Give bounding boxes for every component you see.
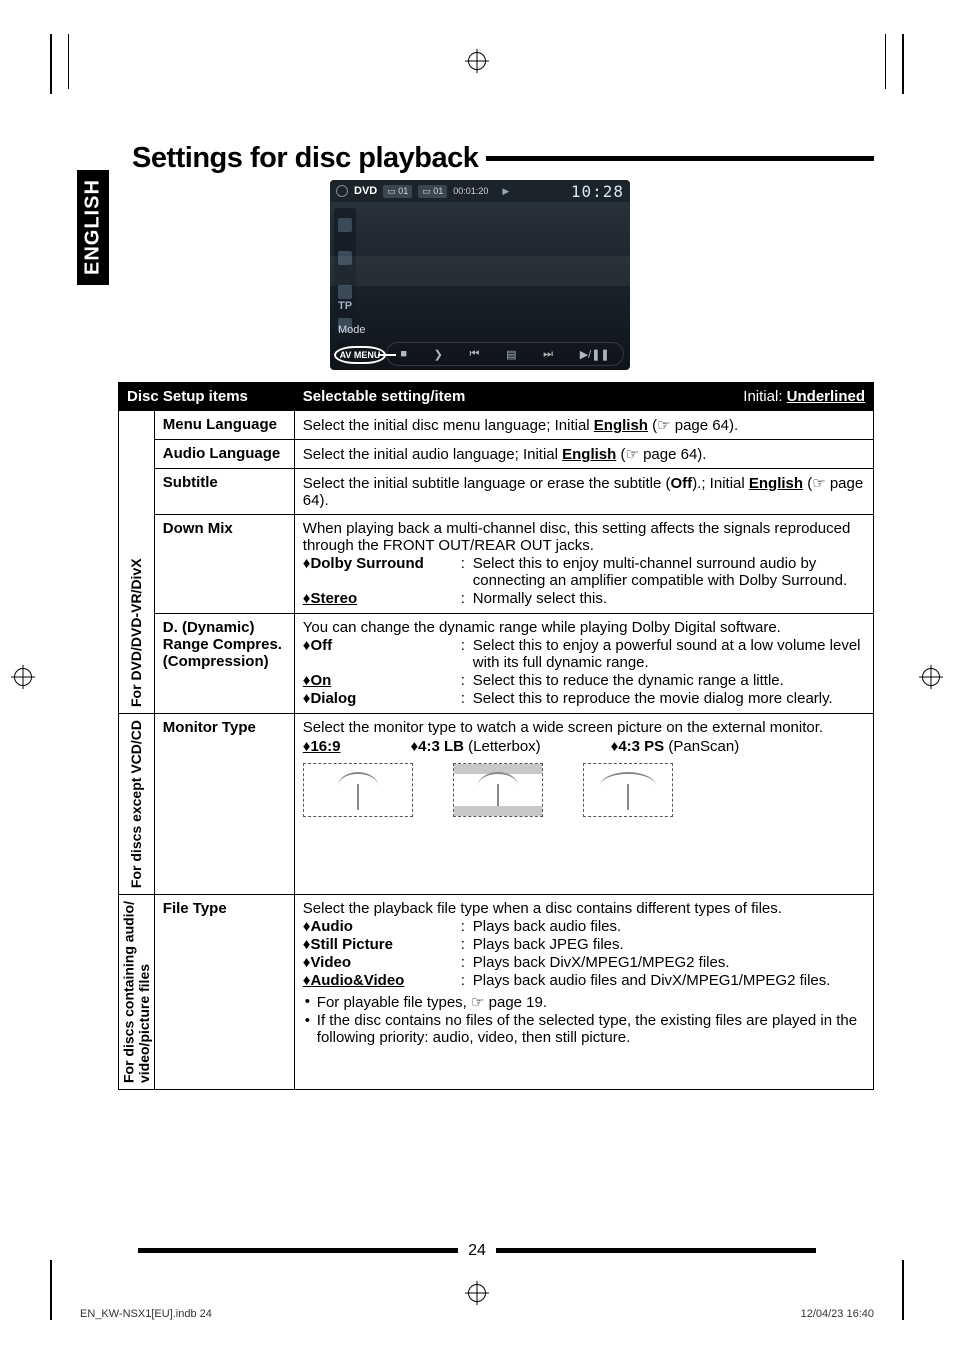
row-audio-language: Audio Language Select the initial audio …: [119, 440, 874, 469]
col-initial: Initial: Underlined: [743, 388, 865, 405]
crop-mark-icon: [902, 34, 904, 94]
aspect-16-9-icon: [303, 763, 413, 817]
crop-mark-icon: [902, 1260, 904, 1320]
desc-subtitle: Select the initial subtitle language or …: [294, 469, 873, 515]
chevron-right-icon[interactable]: ❯: [434, 348, 443, 361]
footer-filename: EN_KW-NSX1[EU].indb 24: [80, 1308, 212, 1320]
row-monitor-type: For discs except VCD/CD Monitor Type Sel…: [119, 714, 874, 895]
list-icon[interactable]: ▤: [506, 348, 516, 361]
crop-mark-icon: [885, 34, 886, 89]
heading-rule: [486, 156, 874, 161]
disc-setup-table: Disc Setup items Selectable setting/item…: [118, 382, 874, 1090]
registration-mark-icon: [468, 52, 486, 70]
cat-except-vcd: For discs except VCD/CD: [119, 714, 155, 895]
clock: 10:28: [571, 182, 624, 201]
title-badge: ▭ 01: [383, 185, 412, 198]
desc-down-mix: When playing back a multi-channel disc, …: [294, 515, 873, 614]
prev-track-icon[interactable]: ⏮: [470, 348, 480, 361]
cat-dvd: For DVD/DVD-VR/DivX: [119, 411, 155, 714]
desc-audio-language: Select the initial audio language; Initi…: [294, 440, 873, 469]
disc-icon: [336, 185, 348, 197]
next-track-icon[interactable]: ⏭: [543, 348, 553, 361]
print-footer: EN_KW-NSX1[EU].indb 24 12/04/23 16:40: [80, 1308, 874, 1320]
registration-mark-icon: [14, 668, 32, 686]
desc-monitor: Select the monitor type to watch a wide …: [294, 714, 873, 895]
chapter-badge: ▭ 01: [418, 185, 447, 198]
registration-mark-icon: [922, 668, 940, 686]
page-number-bar: 24: [80, 1242, 874, 1260]
cat-files: For discs containing audio/ video/pictur…: [119, 895, 155, 1090]
col-selectable: Selectable setting/item Initial: Underli…: [294, 383, 873, 411]
crop-mark-icon: [50, 1260, 52, 1320]
col-disc-setup: Disc Setup items: [119, 383, 295, 411]
desc-drc: You can change the dynamic range while p…: [294, 614, 873, 714]
tp-indicator: TP: [338, 300, 352, 312]
registration-mark-icon: [468, 1284, 486, 1302]
device-screenshot: DVD ▭ 01 ▭ 01 00:01:20 ▶ 10:28 TP Mode A…: [330, 180, 630, 370]
page-number: 24: [468, 1242, 486, 1259]
desc-file-type: Select the playback file type when a dis…: [294, 895, 873, 1090]
play-icon: ▶: [502, 186, 509, 197]
page-title: Settings for disc playback: [132, 142, 478, 175]
crop-mark-icon: [68, 34, 69, 89]
rowname-file-type: File Type: [154, 895, 294, 1090]
row-drc: D. (Dynamic) Range Compres. (Compression…: [119, 614, 874, 714]
av-menu-button[interactable]: AV MENU: [334, 346, 386, 364]
rowname-subtitle: Subtitle: [154, 469, 294, 515]
rowname-monitor: Monitor Type: [154, 714, 294, 895]
video-area: [330, 256, 630, 286]
col-selectable-label: Selectable setting/item: [303, 388, 466, 405]
rowname-drc: D. (Dynamic) Range Compres. (Compression…: [154, 614, 294, 714]
row-down-mix: Down Mix When playing back a multi-chann…: [119, 515, 874, 614]
aspect-4-3-ps-icon: [583, 763, 673, 817]
mode-label: Mode: [338, 324, 366, 336]
desc-menu-language: Select the initial disc menu language; I…: [294, 411, 873, 440]
transport-bar: ■ ❯ ⏮ ▤ ⏭ ▶/❚❚: [386, 342, 624, 366]
crop-mark-icon: [50, 34, 52, 94]
row-menu-language: For DVD/DVD-VR/DivX Menu Language Select…: [119, 411, 874, 440]
rowname-menu-language: Menu Language: [154, 411, 294, 440]
aspect-4-3-lb-icon: [453, 763, 543, 817]
row-subtitle: Subtitle Select the initial subtitle lan…: [119, 469, 874, 515]
rowname-down-mix: Down Mix: [154, 515, 294, 614]
stop-icon[interactable]: ■: [400, 348, 407, 360]
elapsed-time: 00:01:20: [453, 186, 488, 196]
rowname-audio-language: Audio Language: [154, 440, 294, 469]
page-heading: Settings for disc playback: [132, 142, 874, 175]
play-pause-icon[interactable]: ▶/❚❚: [580, 348, 610, 361]
row-file-type: For discs containing audio/ video/pictur…: [119, 895, 874, 1090]
language-tab: ENGLISH: [77, 170, 109, 285]
footer-timestamp: 12/04/23 16:40: [801, 1308, 874, 1320]
source-label: DVD: [354, 185, 377, 197]
